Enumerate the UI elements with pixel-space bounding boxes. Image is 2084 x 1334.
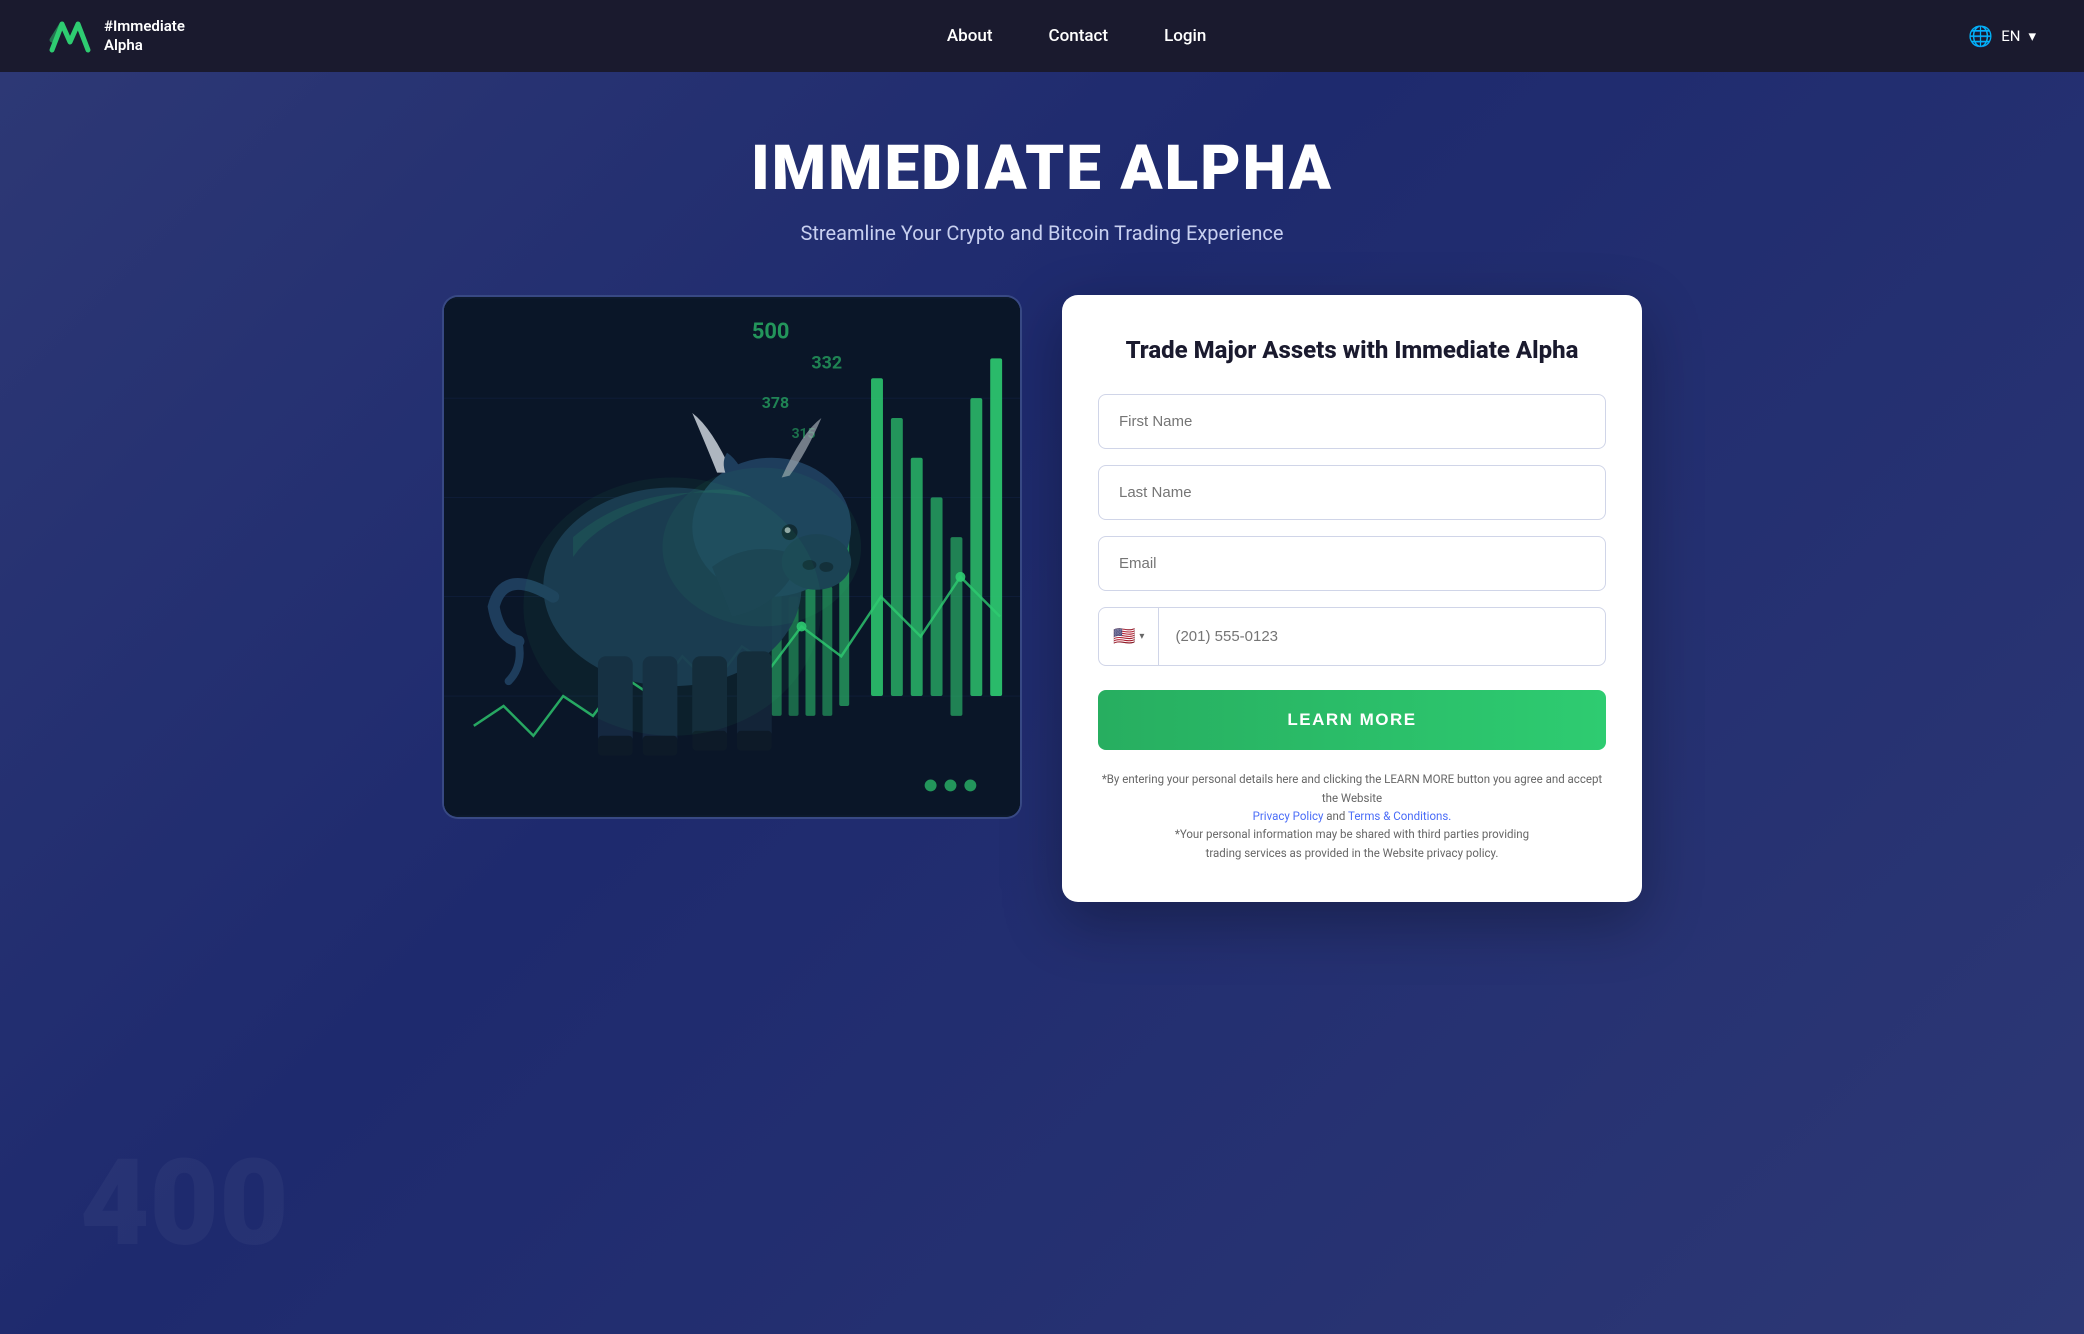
hero-subtitle: Streamline Your Crypto and Bitcoin Tradi… (800, 221, 1283, 245)
nav-contact[interactable]: Contact (1049, 26, 1109, 46)
email-group (1098, 536, 1606, 591)
svg-text:332: 332 (811, 352, 842, 373)
nav-about[interactable]: About (947, 26, 993, 46)
language-arrow-icon: ▾ (2028, 27, 2036, 45)
phone-input[interactable] (1159, 610, 1605, 663)
globe-icon: 🌐 (1968, 24, 1993, 48)
form-title: Trade Major Assets with Immediate Alpha (1098, 335, 1606, 366)
form-disclaimer: *By entering your personal details here … (1098, 770, 1606, 862)
learn-more-button[interactable]: LEARN MORE (1098, 690, 1606, 750)
privacy-policy-link[interactable]: Privacy Policy (1253, 809, 1324, 823)
signup-form-card: Trade Major Assets with Immediate Alpha … (1062, 295, 1642, 902)
terms-link[interactable]: Terms & Conditions. (1348, 809, 1451, 823)
logo-text: #Immediate Alpha (104, 17, 185, 56)
nav-links: About Contact Login (947, 26, 1206, 46)
nav-login[interactable]: Login (1164, 26, 1206, 46)
first-name-input[interactable] (1098, 394, 1606, 449)
navbar: #Immediate Alpha About Contact Login 🌐 E… (0, 0, 2084, 72)
svg-text:378: 378 (762, 393, 789, 412)
email-input[interactable] (1098, 536, 1606, 591)
last-name-input[interactable] (1098, 465, 1606, 520)
hero-content: 500 332 378 315 (442, 295, 1642, 902)
bull-image: 500 332 378 315 (444, 297, 1020, 817)
logo[interactable]: #Immediate Alpha (48, 14, 185, 58)
bull-chart-illustration: 500 332 378 315 (444, 297, 1020, 817)
first-name-group (1098, 394, 1606, 449)
language-label: EN (2001, 27, 2020, 45)
phone-group: 🇺🇸 ▾ (1098, 607, 1606, 666)
hero-section: IMMEDIATE ALPHA Streamline Your Crypto a… (0, 72, 2084, 1334)
svg-text:500: 500 (752, 320, 790, 345)
phone-field: 🇺🇸 ▾ (1098, 607, 1606, 666)
phone-flag-selector[interactable]: 🇺🇸 ▾ (1099, 608, 1159, 665)
language-selector[interactable]: 🌐 EN ▾ (1968, 24, 2036, 48)
phone-dropdown-arrow: ▾ (1139, 631, 1144, 642)
last-name-group (1098, 465, 1606, 520)
logo-icon (48, 14, 92, 58)
flag-emoji: 🇺🇸 (1113, 626, 1135, 647)
hero-title: IMMEDIATE ALPHA (751, 132, 1333, 205)
bull-image-card: 500 332 378 315 (442, 295, 1022, 819)
